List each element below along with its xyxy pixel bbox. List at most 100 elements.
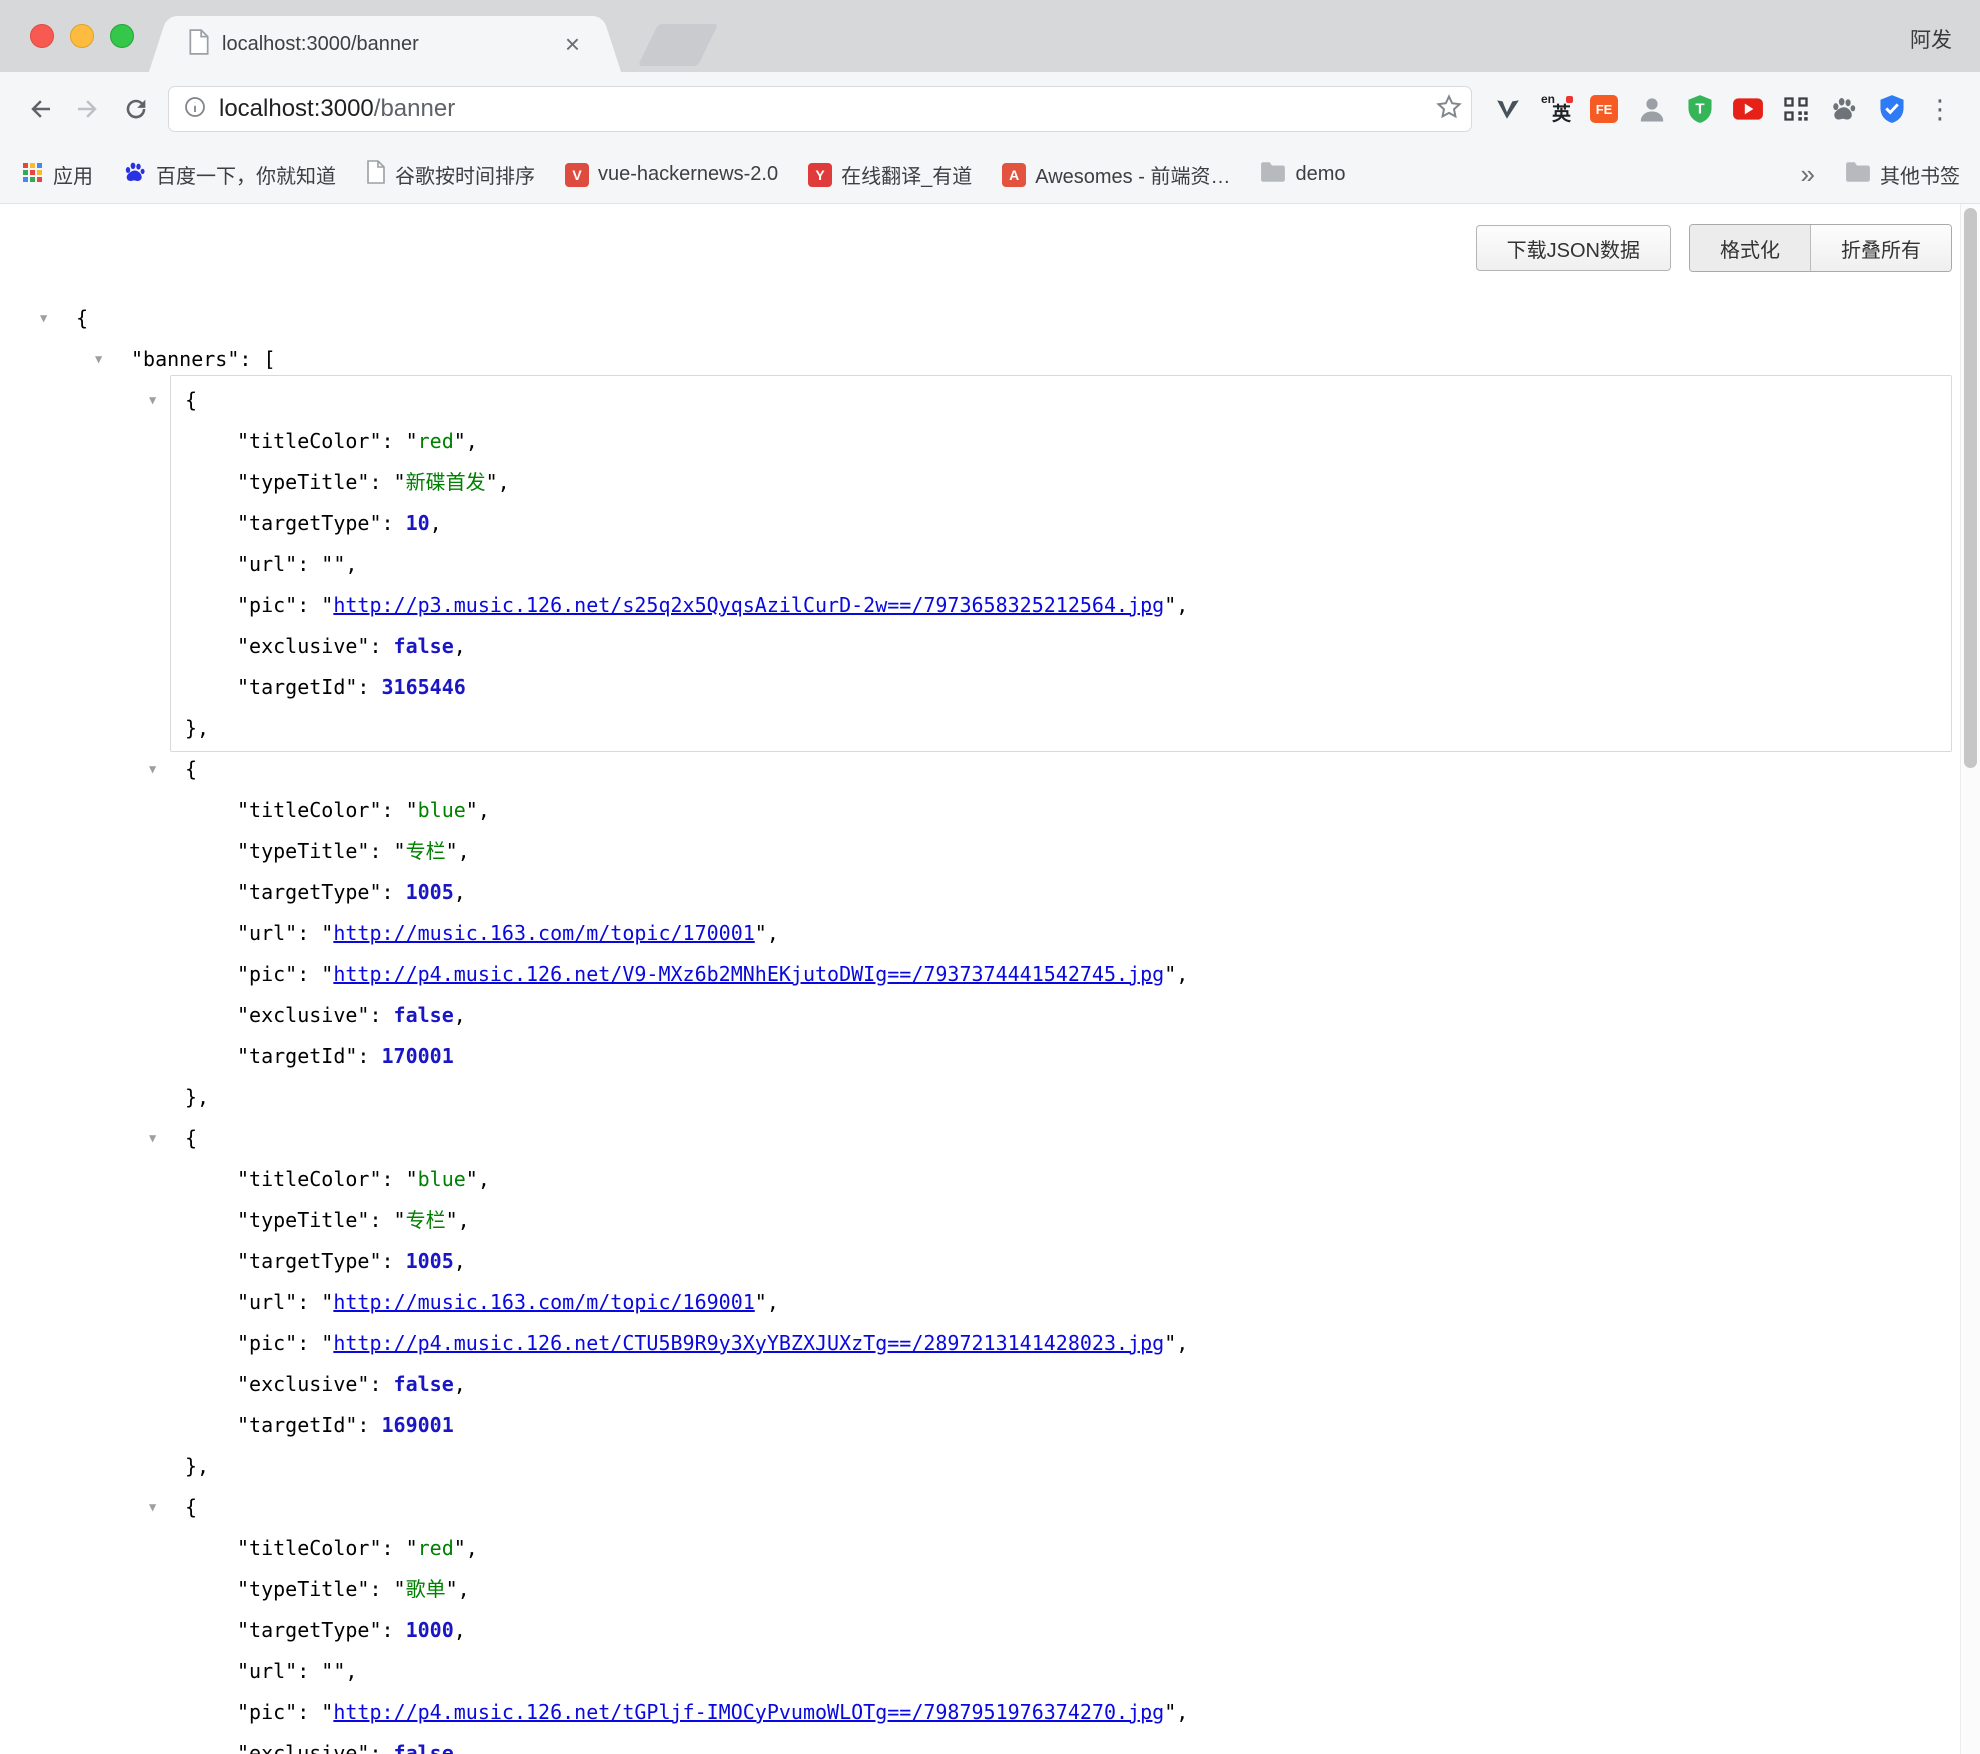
download-json-button[interactable]: 下载JSON数据 bbox=[1476, 225, 1671, 271]
zoom-window-icon[interactable] bbox=[110, 24, 134, 48]
format-button[interactable]: 格式化 bbox=[1690, 225, 1810, 271]
bookmark-google-sort[interactable]: 谷歌按时间排序 bbox=[366, 160, 535, 190]
json-row: "pic": "http://p3.music.126.net/s25q2x5Q… bbox=[0, 585, 1980, 626]
bookmark-apps[interactable]: 应用 bbox=[20, 160, 93, 190]
collapse-toggle-icon[interactable]: ▼ bbox=[95, 339, 102, 380]
json-key: "exclusive": bbox=[237, 1741, 394, 1754]
scrollbar-track[interactable] bbox=[1960, 204, 1980, 1754]
folder-icon bbox=[1260, 161, 1286, 189]
forward-button[interactable] bbox=[64, 85, 112, 133]
json-num: 1000 bbox=[406, 1618, 454, 1642]
json-punct: " bbox=[1164, 962, 1176, 986]
address-bar[interactable]: localhost:3000/banner bbox=[168, 86, 1472, 132]
collapse-toggle-icon[interactable]: ▼ bbox=[40, 298, 47, 339]
json-num: 169001 bbox=[382, 1413, 454, 1437]
translate-icon[interactable]: en英 bbox=[1536, 89, 1576, 129]
bookmark-baidu[interactable]: 百度一下，你就知道 bbox=[123, 160, 336, 190]
bookmark-folder-demo[interactable]: demo bbox=[1260, 161, 1345, 189]
bookmark-vue-hackernews[interactable]: V vue-hackernews-2.0 bbox=[565, 163, 778, 187]
json-row: "url": "http://music.163.com/m/topic/169… bbox=[0, 1282, 1980, 1323]
json-punct: , bbox=[454, 1741, 466, 1754]
bookmark-other-bookmarks[interactable]: 其他书签 bbox=[1845, 160, 1960, 189]
tab-favicon-page-icon bbox=[188, 29, 210, 60]
profile-name[interactable]: 阿发 bbox=[1910, 24, 1952, 54]
json-str: red bbox=[418, 1536, 454, 1560]
json-punct: , bbox=[454, 1249, 466, 1273]
json-punct: " bbox=[394, 1577, 406, 1601]
tab-close-icon[interactable]: × bbox=[563, 31, 582, 57]
json-punct: , bbox=[466, 429, 478, 453]
json-bool: false bbox=[394, 634, 454, 658]
json-row: "typeTitle": "专栏", bbox=[0, 831, 1980, 872]
back-button[interactable] bbox=[16, 85, 64, 133]
bookmark-label: 在线翻译_有道 bbox=[841, 160, 972, 189]
menu-icon[interactable]: ⋮ bbox=[1920, 89, 1960, 129]
json-link[interactable]: http://p4.music.126.net/CTU5B9R9y3XyYBZX… bbox=[333, 1331, 1164, 1355]
json-row: }, bbox=[0, 708, 1980, 749]
json-punct: " bbox=[406, 1167, 418, 1191]
bookmark-label: 百度一下，你就知道 bbox=[156, 160, 336, 189]
json-row: "exclusive": false, bbox=[0, 626, 1980, 667]
json-link[interactable]: http://p3.music.126.net/s25q2x5QyqsAzilC… bbox=[333, 593, 1164, 617]
bookmark-star-icon[interactable] bbox=[1435, 93, 1463, 126]
json-row: "titleColor": "red", bbox=[0, 421, 1980, 462]
json-punct: " bbox=[321, 921, 333, 945]
url-text: localhost:3000/banner bbox=[219, 95, 455, 123]
json-link[interactable]: http://p4.music.126.net/V9-MXz6b2MNhEKju… bbox=[333, 962, 1164, 986]
browser-tab[interactable]: localhost:3000/banner × bbox=[170, 16, 600, 72]
bookmark-youdao[interactable]: Y 在线翻译_有道 bbox=[808, 160, 972, 189]
json-num: 10 bbox=[406, 511, 430, 535]
bookmark-label: 其他书签 bbox=[1880, 160, 1960, 189]
new-tab-button[interactable] bbox=[638, 24, 718, 66]
collapse-toggle-icon[interactable]: ▼ bbox=[149, 380, 156, 421]
json-link[interactable]: http://p4.music.126.net/tGPljf-IMOCyPvum… bbox=[333, 1700, 1164, 1724]
collapse-toggle-icon[interactable]: ▼ bbox=[149, 749, 156, 790]
json-key: "targetType": bbox=[237, 1618, 406, 1642]
collapse-toggle-icon[interactable]: ▼ bbox=[149, 1487, 156, 1528]
bookmarks-overflow-chevron[interactable]: » bbox=[1801, 159, 1815, 190]
fe-icon[interactable]: FE bbox=[1584, 89, 1624, 129]
page-actions: 下载JSON数据 格式化 折叠所有 bbox=[0, 204, 1980, 272]
bookmark-label: Awesomes - 前端资… bbox=[1035, 160, 1230, 189]
json-row: "url": "http://music.163.com/m/topic/170… bbox=[0, 913, 1980, 954]
youtube-icon[interactable] bbox=[1728, 89, 1768, 129]
json-punct: " bbox=[394, 839, 406, 863]
json-punct: " bbox=[466, 1167, 478, 1191]
security-shield-icon[interactable] bbox=[1872, 89, 1912, 129]
json-tree: ▼{▼"banners": [▼{"titleColor": "red","ty… bbox=[0, 298, 1980, 1754]
json-punct: , bbox=[478, 1167, 490, 1191]
json-row: "targetId": 169001 bbox=[0, 1405, 1980, 1446]
collapse-toggle-icon[interactable]: ▼ bbox=[149, 1118, 156, 1159]
json-punct: " bbox=[406, 798, 418, 822]
json-punct: " bbox=[333, 552, 345, 576]
json-punct: " bbox=[321, 552, 333, 576]
reload-button[interactable] bbox=[112, 85, 160, 133]
info-icon[interactable] bbox=[183, 95, 207, 124]
bookmark-awesomes[interactable]: A Awesomes - 前端资… bbox=[1002, 160, 1230, 189]
json-punct: , bbox=[458, 1208, 470, 1232]
json-row: "typeTitle": "新碟首发", bbox=[0, 462, 1980, 503]
scrollbar-thumb[interactable] bbox=[1964, 208, 1977, 768]
close-window-icon[interactable] bbox=[30, 24, 54, 48]
json-punct: , bbox=[767, 921, 779, 945]
json-key: "typeTitle": bbox=[237, 1577, 394, 1601]
json-link[interactable]: http://music.163.com/m/topic/170001 bbox=[333, 921, 754, 945]
people-icon[interactable] bbox=[1632, 89, 1672, 129]
json-key: "url": bbox=[237, 921, 321, 945]
json-link[interactable]: http://music.163.com/m/topic/169001 bbox=[333, 1290, 754, 1314]
json-row: "targetType": 1005, bbox=[0, 872, 1980, 913]
json-row: }, bbox=[0, 1446, 1980, 1487]
json-punct: " bbox=[321, 1290, 333, 1314]
translate-dot bbox=[1566, 96, 1573, 103]
collapse-all-button[interactable]: 折叠所有 bbox=[1810, 225, 1951, 271]
bookmark-label: vue-hackernews-2.0 bbox=[598, 163, 778, 186]
green-shield-icon[interactable]: T bbox=[1680, 89, 1720, 129]
json-row: "pic": "http://p4.music.126.net/CTU5B9R9… bbox=[0, 1323, 1980, 1364]
vimium-icon[interactable] bbox=[1488, 89, 1528, 129]
json-punct: , bbox=[1176, 1700, 1188, 1724]
vue-icon: V bbox=[565, 163, 589, 187]
minimize-window-icon[interactable] bbox=[70, 24, 94, 48]
qrcode-icon[interactable] bbox=[1776, 89, 1816, 129]
paw-icon[interactable] bbox=[1824, 89, 1864, 129]
json-row: ▼{ bbox=[0, 298, 1980, 339]
